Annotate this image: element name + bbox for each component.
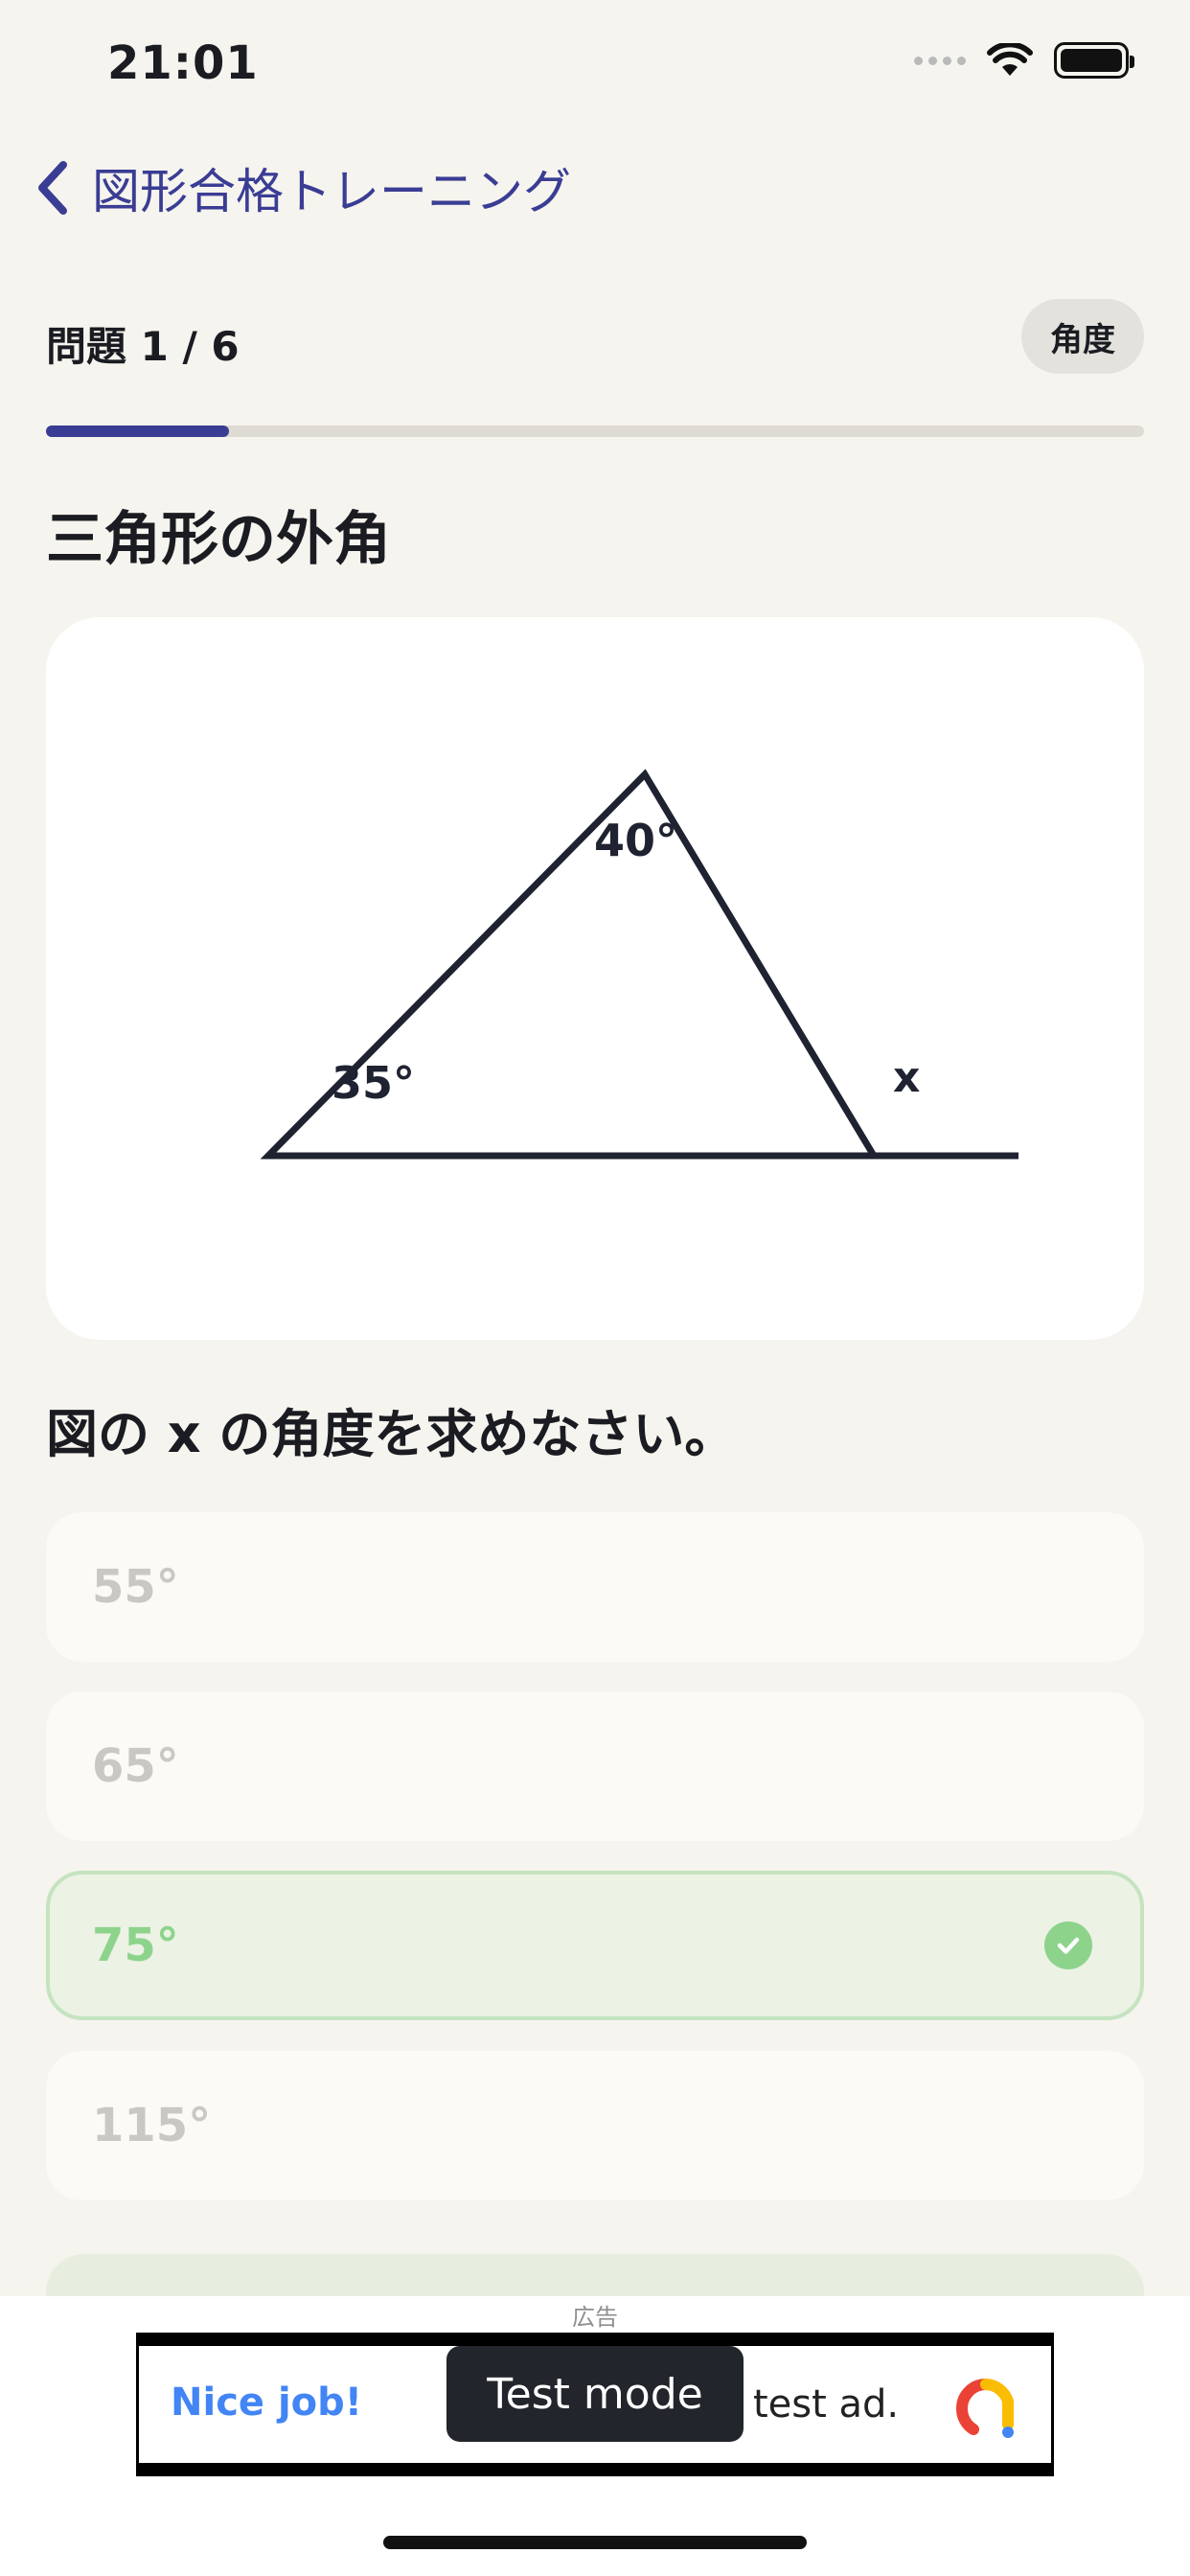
wifi-icon [987,43,1033,76]
checkmark-icon [1044,1921,1092,1969]
answer-option-label: 65° [92,1739,179,1793]
question-counter: 問題 1 / 6 [46,323,240,370]
status-time: 21:01 [107,36,259,90]
home-indicator[interactable] [383,2536,807,2549]
ad-logo-icon [956,2379,1014,2438]
ad-body: test ad. [753,2382,900,2426]
progress-bar [46,426,1144,437]
chevron-left-icon [38,161,67,215]
quiz-screen: 21:01 図形合格トレーニング 問題 1 / 6 角度 三角形の外角 40° … [0,0,1190,2576]
answer-option-label: 75° [92,1919,179,1972]
progress-bar-fill [46,426,230,437]
answer-option-4[interactable]: 115° [46,2051,1144,2200]
topic-chip: 角度 [1021,299,1144,374]
back-button[interactable]: 図形合格トレーニング [34,153,571,222]
triangle-figure: 40° 35° x [260,769,1018,1160]
top-angle-label: 40° [594,815,677,866]
figure-card: 40° 35° x [46,617,1144,1340]
exterior-angle-label: x [893,1053,920,1102]
answer-option-label: 115° [92,2099,212,2152]
answer-option-2[interactable]: 65° [46,1691,1144,1841]
left-angle-label: 35° [332,1057,415,1109]
ad-label: 広告 [572,2304,618,2331]
answer-option-3-correct[interactable]: 75° [46,1871,1144,2020]
test-mode-toast: Test mode [446,2346,744,2442]
back-button-label: 図形合格トレーニング [92,164,571,219]
answer-option-1[interactable]: 55° [46,1512,1144,1662]
battery-icon [1054,42,1134,79]
question-prompt: 図の x の角度を求めなさい。 [46,1404,737,1464]
ad-headline[interactable]: Nice job! [171,2380,362,2425]
question-heading: 三角形の外角 [46,506,391,573]
status-indicators [914,42,1134,79]
answer-option-label: 55° [92,1560,179,1614]
cellular-signal-icon [914,56,966,65]
